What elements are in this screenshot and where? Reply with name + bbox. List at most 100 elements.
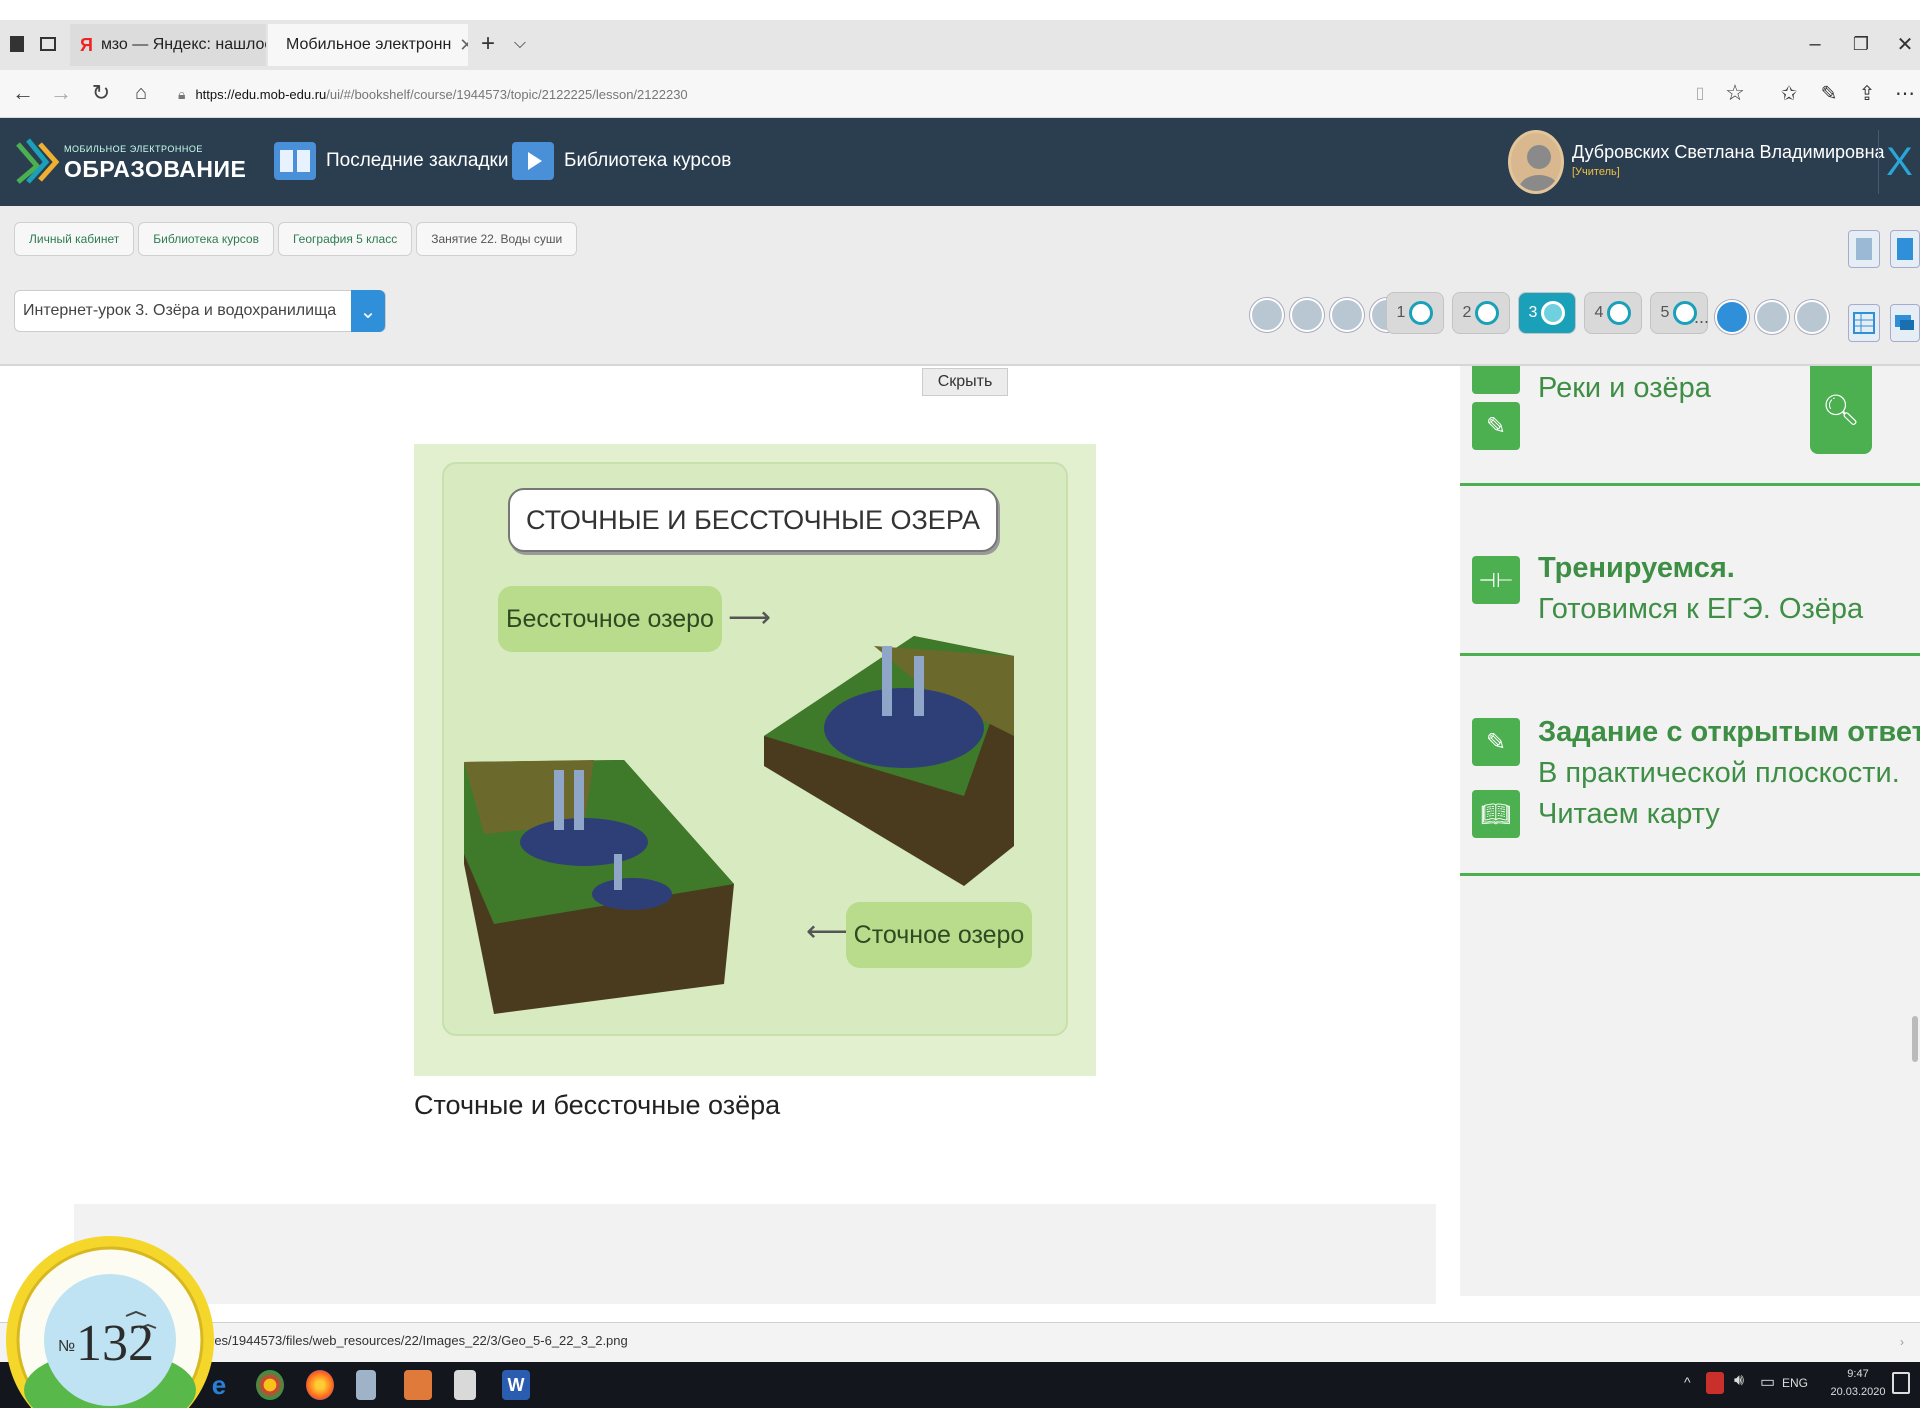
- sidebar-item-label: В практической плоскости.: [1538, 757, 1900, 789]
- page-2-button[interactable]: 2: [1452, 292, 1510, 334]
- sidebar-item-rivers-lakes[interactable]: ✎ Реки и озёра 🔍︎: [1460, 366, 1920, 486]
- sidebar-item-training[interactable]: ⊣⊢ Тренируемся. Готовимся к ЕГЭ. Озёра: [1460, 486, 1920, 656]
- next-page-icon[interactable]: [1755, 300, 1790, 334]
- lock-icon: 🔒︎: [178, 85, 186, 102]
- green-tab-icon: [1472, 366, 1520, 394]
- language-indicator[interactable]: ENG: [1782, 1376, 1808, 1390]
- clock-time[interactable]: 9:47: [1830, 1368, 1886, 1380]
- avatar[interactable]: [1508, 130, 1564, 194]
- sidebar-scrollbar[interactable]: [1912, 1016, 1918, 1062]
- page-status-icon: [1409, 301, 1434, 325]
- lake-figure[interactable]: СТОЧНЫЕ И БЕССТОЧНЫЕ ОЗЕРА Бессточное оз…: [414, 444, 1096, 1076]
- reading-icon: 📖︎: [1472, 790, 1520, 838]
- play-icon[interactable]: [1330, 298, 1364, 332]
- status-bar: res/1944573/files/web_resources/22/Image…: [0, 1322, 1920, 1362]
- page-1-button[interactable]: 1: [1386, 292, 1444, 334]
- breadcrumb: Личный кабинет Библиотека курсов Географ…: [14, 222, 578, 256]
- antivirus-icon[interactable]: [1706, 1372, 1724, 1394]
- chat-icon[interactable]: [1890, 304, 1920, 342]
- tab-actions-icon[interactable]: [6, 32, 28, 56]
- new-tab-icon[interactable]: +: [474, 30, 502, 58]
- lesson-sidebar: ✎ Реки и озёра 🔍︎ ⊣⊢ Тренируемся. Готови…: [1460, 366, 1920, 1296]
- page-status-icon: [1607, 301, 1632, 325]
- firefox-icon[interactable]: [306, 1370, 334, 1400]
- files-icon[interactable]: [356, 1370, 376, 1400]
- app-header: МОБИЛЬНОЕ ЭЛЕКТРОННОЕ ОБРАЗОВАНИЕ Послед…: [0, 118, 1920, 206]
- share-icon[interactable]: ⇪: [1852, 78, 1882, 108]
- page-navigation-end: ...: [1694, 300, 1830, 334]
- dumbbell-icon: ⊣⊢: [1472, 556, 1520, 604]
- page-3-button[interactable]: 3: [1518, 292, 1576, 334]
- forward-icon[interactable]: →: [46, 78, 76, 108]
- chrome-icon[interactable]: [256, 1370, 284, 1400]
- scroll-right-icon[interactable]: ›: [1900, 1335, 1904, 1349]
- page-status-icon: [1541, 301, 1566, 325]
- notes-icon[interactable]: [1848, 230, 1880, 268]
- back-icon[interactable]: ←: [8, 78, 38, 108]
- page-4-button[interactable]: 4: [1584, 292, 1642, 334]
- sidebar-item-open-answer[interactable]: ✎ 📖︎ Задание с открытым ответом. В практ…: [1460, 656, 1920, 876]
- favorites-list-icon[interactable]: ✩: [1774, 78, 1804, 108]
- tab-mobile-edu[interactable]: Мобильное электронн ✕: [268, 24, 468, 66]
- yandex-icon: Я: [80, 34, 93, 55]
- close-window-icon[interactable]: ✕: [1890, 30, 1920, 58]
- ellipsis: ...: [1694, 306, 1710, 327]
- user-name[interactable]: Дубровских Светлана Владимировна: [1572, 142, 1885, 163]
- logo-title: ОБРАЗОВАНИЕ: [64, 156, 247, 182]
- notifications-icon[interactable]: [1892, 1372, 1910, 1394]
- school-emblem: № 132: [0, 1220, 230, 1413]
- refresh-icon[interactable]: ↻: [86, 78, 116, 108]
- sidebar-item-title: Тренируемся.: [1538, 552, 1735, 584]
- course-library-link[interactable]: Библиотека курсов: [512, 142, 731, 180]
- reading-view-icon[interactable]: ▯: [1688, 80, 1712, 106]
- volume-icon[interactable]: 🔊︎: [1734, 1372, 1744, 1390]
- page-navigation: [1250, 298, 1404, 332]
- windows-taskbar: e W ^ 🔊︎ ▭ ENG 9:47 20.03.2020: [0, 1362, 1920, 1408]
- close-tab-icon[interactable]: ✕: [459, 35, 468, 56]
- word-icon[interactable]: W: [502, 1370, 530, 1400]
- recent-bookmarks-link[interactable]: Последние закладки: [274, 142, 508, 180]
- drainage-lake-illustration: [464, 760, 734, 1014]
- sidebar-item-label: Реки и озёра: [1538, 372, 1711, 404]
- network-icon[interactable]: ▭: [1760, 1372, 1775, 1392]
- clock-date[interactable]: 20.03.2020: [1818, 1386, 1898, 1398]
- breadcrumb-item-lesson[interactable]: Занятие 22. Воды суши: [416, 222, 578, 256]
- breadcrumb-item-cabinet[interactable]: Личный кабинет: [14, 222, 135, 256]
- lesson-select[interactable]: Интернет-урок 3. Озёра и водохранилища ⌄: [14, 290, 386, 332]
- breadcrumb-item-course[interactable]: География 5 класс: [277, 222, 413, 256]
- figure-caption: Сточные и бессточные озёра: [414, 1090, 781, 1120]
- book-icon: [274, 142, 316, 180]
- label-drainage-lake: Сточное озеро: [846, 902, 1032, 968]
- tray-chevron-icon[interactable]: ^: [1684, 1374, 1691, 1390]
- breadcrumb-item-library[interactable]: Библиотека курсов: [138, 222, 274, 256]
- hide-button[interactable]: Скрыть: [922, 368, 1008, 396]
- marker-icon[interactable]: [1715, 300, 1750, 334]
- last-page-icon[interactable]: [1795, 300, 1830, 334]
- tabs-aside-icon[interactable]: [38, 32, 60, 56]
- powerpoint-icon[interactable]: [404, 1370, 432, 1400]
- calculator-icon[interactable]: [454, 1370, 476, 1400]
- sidebar-item-label: Готовимся к ЕГЭ. Озёра: [1538, 593, 1864, 625]
- close-lesson-button[interactable]: X: [1878, 130, 1920, 194]
- tab-list-chevron-icon[interactable]: ⌵: [508, 30, 532, 58]
- recent-bookmarks-label: Последние закладки: [326, 150, 509, 171]
- url-path: /ui/#/bookshelf/course/1944573/topic/212…: [326, 86, 688, 102]
- page-status-icon: [1475, 301, 1500, 325]
- url-host: https://edu.mob-edu.ru: [195, 86, 327, 102]
- url-field[interactable]: 🔒︎ https://edu.mob-edu.ru/ui/#/bookshelf…: [178, 77, 1698, 111]
- stamp-number-prefix: №: [58, 1338, 76, 1355]
- tab-yandex[interactable]: Я мзо — Яндекс: нашлось 68: [70, 24, 266, 66]
- home-icon[interactable]: ⌂: [126, 78, 156, 108]
- calendar-icon[interactable]: [1890, 230, 1920, 268]
- more-icon[interactable]: ⋯: [1890, 78, 1920, 108]
- pen-notes-icon[interactable]: ✎: [1814, 78, 1844, 108]
- minimize-icon[interactable]: –: [1800, 30, 1830, 58]
- first-page-icon[interactable]: [1250, 298, 1284, 332]
- favorite-star-icon[interactable]: ☆: [1720, 78, 1750, 108]
- chevron-down-icon[interactable]: ⌄: [351, 290, 385, 332]
- key-icon[interactable]: 🔍︎: [1810, 366, 1872, 454]
- prev-page-icon[interactable]: [1290, 298, 1324, 332]
- course-library-label: Библиотека курсов: [564, 150, 732, 171]
- restore-icon[interactable]: ❐: [1846, 30, 1876, 58]
- table-icon[interactable]: [1848, 304, 1880, 342]
